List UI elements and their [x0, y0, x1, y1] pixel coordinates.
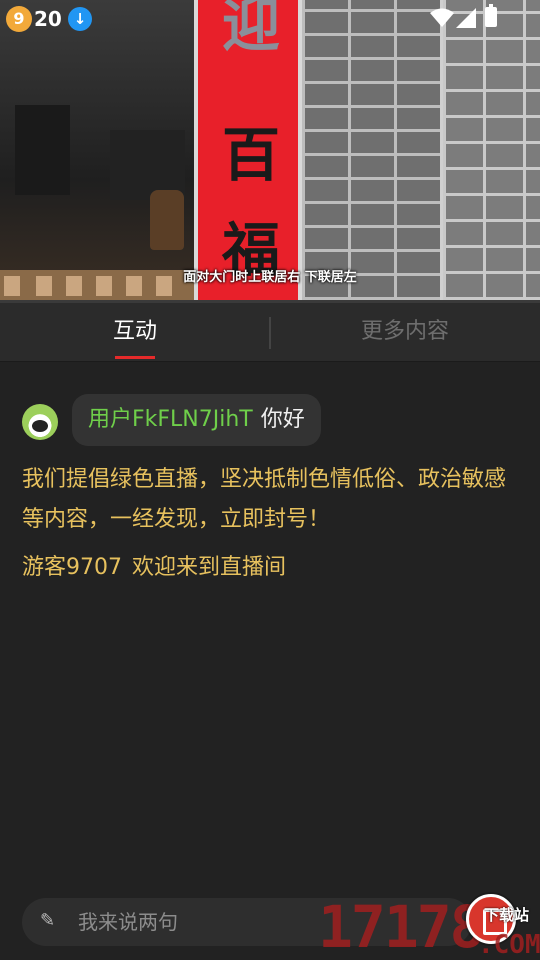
wifi-icon	[430, 8, 454, 27]
tab-interaction[interactable]: 互动	[0, 303, 270, 362]
app-notification-icon: 9	[6, 6, 32, 32]
red-couplet: 迎 百 福	[194, 0, 302, 300]
scene-door	[15, 105, 70, 195]
battery-icon	[485, 4, 497, 27]
status-bar: 9 20 ↓	[0, 0, 540, 38]
chat-area[interactable]: 用户FkFLN7JihT 你好 我们提倡绿色直播，坚决抵制色情低俗、政治敏感等内容…	[0, 362, 540, 882]
chat-username[interactable]: 用户FkFLN7JihT	[88, 407, 253, 432]
watermark-label: 下载站	[484, 906, 530, 924]
couplet-char: 百	[221, 121, 280, 189]
tab-more-content[interactable]: 更多内容	[270, 303, 540, 362]
live-video-player[interactable]: 迎 百 福 面对大门时上联居右 下联居左	[0, 0, 540, 300]
avatar[interactable]	[22, 404, 58, 440]
brick-wall-side	[440, 0, 540, 300]
chat-text: 你好	[260, 407, 305, 432]
signal-icon	[456, 8, 476, 28]
scene-jar	[150, 190, 184, 250]
welcome-text: 欢迎来到直播间	[132, 555, 287, 580]
chat-bubble: 用户FkFLN7JihT 你好	[72, 394, 321, 446]
video-scene-interior	[0, 0, 196, 300]
watermark-domain: .COM	[478, 930, 540, 960]
tab-bar: 互动 更多内容	[0, 300, 540, 362]
video-subtitle: 面对大门时上联居右 下联居左	[183, 270, 357, 285]
welcome-message: 游客9707 欢迎来到直播间	[22, 548, 286, 588]
welcome-username: 游客9707	[22, 555, 122, 580]
system-notice: 我们提倡绿色直播，坚决抵制色情低俗、政治敏感等内容，一经发现，立即封号！	[22, 467, 507, 532]
download-icon: ↓	[68, 7, 92, 31]
comment-placeholder: 我来说两句	[78, 910, 178, 934]
watermark-number: 17178	[318, 893, 485, 960]
status-time: 20	[34, 7, 62, 31]
pencil-icon: ✎	[40, 910, 56, 931]
site-watermark: 17178 下载站 .COM	[318, 894, 540, 960]
active-tab-indicator	[115, 356, 155, 359]
